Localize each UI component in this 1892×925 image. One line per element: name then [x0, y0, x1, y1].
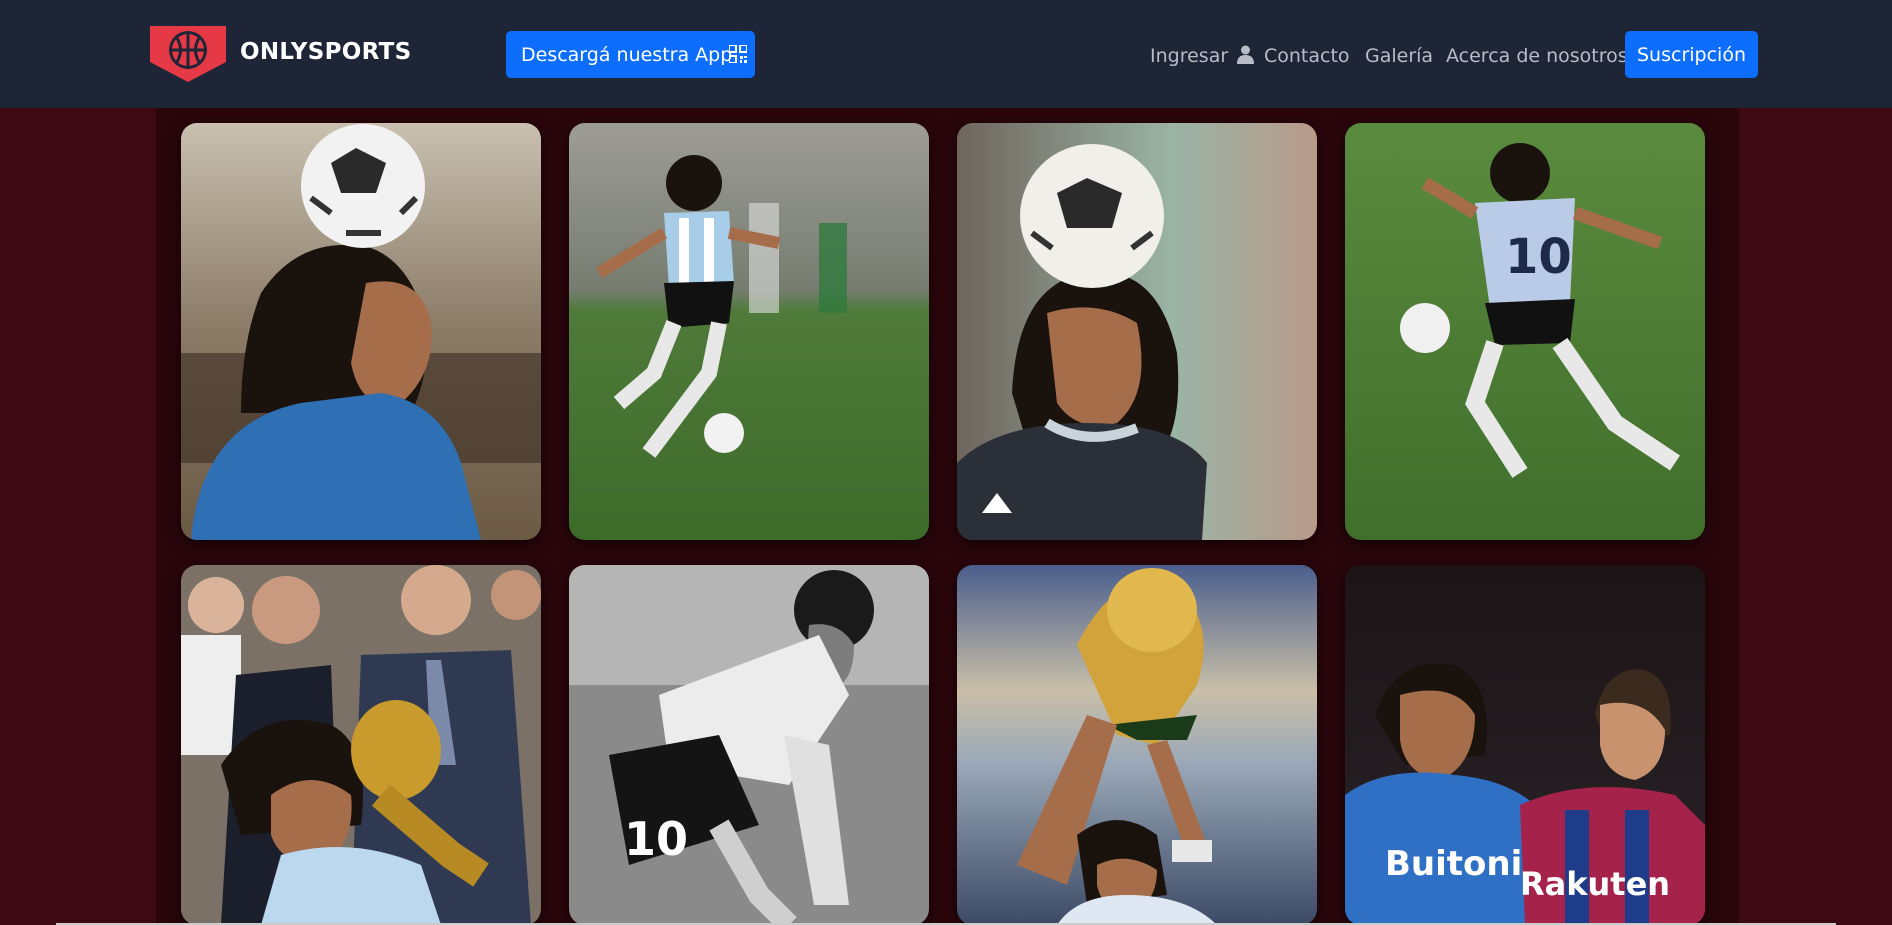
gallery-photo-1[interactable]	[181, 123, 541, 540]
gallery-photo-5[interactable]	[181, 565, 541, 925]
download-app-button[interactable]: Descargá nuestra App	[506, 31, 755, 78]
nav-link-login[interactable]: Ingresar	[1150, 45, 1255, 69]
nav-link-contact[interactable]: Contacto	[1264, 45, 1350, 67]
svg-text:Buitoni: Buitoni	[1385, 844, 1522, 884]
subscribe-button[interactable]: Suscripción	[1625, 31, 1758, 78]
svg-text:10: 10	[624, 812, 688, 866]
user-icon	[1237, 45, 1255, 69]
subscribe-label: Suscripción	[1637, 43, 1746, 66]
nav-link-login-label: Ingresar	[1150, 45, 1229, 67]
qr-code-icon	[728, 44, 748, 64]
brand-name: ONLYSPORTS	[240, 39, 412, 65]
gallery-photo-8[interactable]: Buitoni Rakuten	[1345, 565, 1705, 925]
gallery-photo-4[interactable]: 10	[1345, 123, 1705, 540]
gallery-photo-7[interactable]	[957, 565, 1317, 925]
svg-text:Rakuten: Rakuten	[1520, 865, 1670, 903]
navbar: ONLYSPORTS Descargá nuestra App Ingresar…	[0, 0, 1892, 108]
gallery-photo-2[interactable]	[569, 123, 929, 540]
gallery-photo-6[interactable]: 10	[569, 565, 929, 925]
svg-text:10: 10	[1505, 229, 1572, 285]
nav-link-gallery[interactable]: Galería	[1365, 45, 1433, 67]
basketball-logo-icon	[150, 22, 226, 82]
nav-link-about[interactable]: Acerca de nosotros	[1446, 45, 1628, 67]
download-app-label: Descargá nuestra App	[521, 43, 733, 66]
gallery-photo-3[interactable]	[957, 123, 1317, 540]
brand[interactable]: ONLYSPORTS	[150, 22, 411, 82]
